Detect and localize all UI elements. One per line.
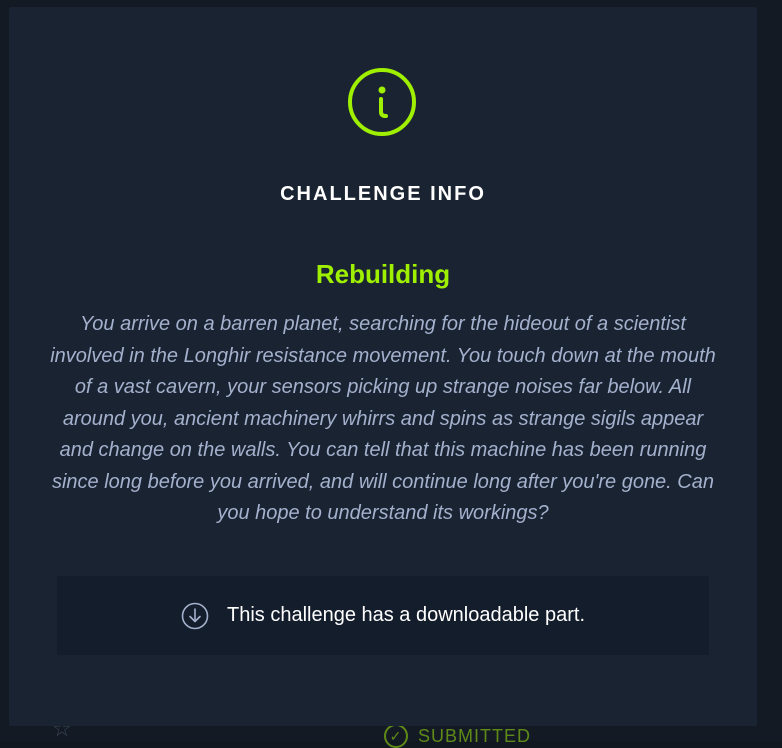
download-circle-icon <box>181 602 209 629</box>
challenge-description: You arrive on a barren planet, searching… <box>50 313 716 524</box>
download-notice[interactable]: This challenge has a downloadable part. <box>57 576 709 655</box>
download-notice-text: This challenge has a downloadable part. <box>226 604 586 626</box>
info-circle-icon <box>348 68 416 136</box>
modal-title: CHALLENGE INFO <box>280 183 486 205</box>
submitted-label: SUBMITTED <box>418 725 532 746</box>
submitted-status: ✓ SUBMITTED <box>384 724 531 748</box>
challenge-name: Rebuilding <box>315 259 451 289</box>
challenge-info-modal: CHALLENGE INFO Rebuilding You arrive on … <box>9 7 757 726</box>
check-circle-icon: ✓ <box>384 724 408 748</box>
